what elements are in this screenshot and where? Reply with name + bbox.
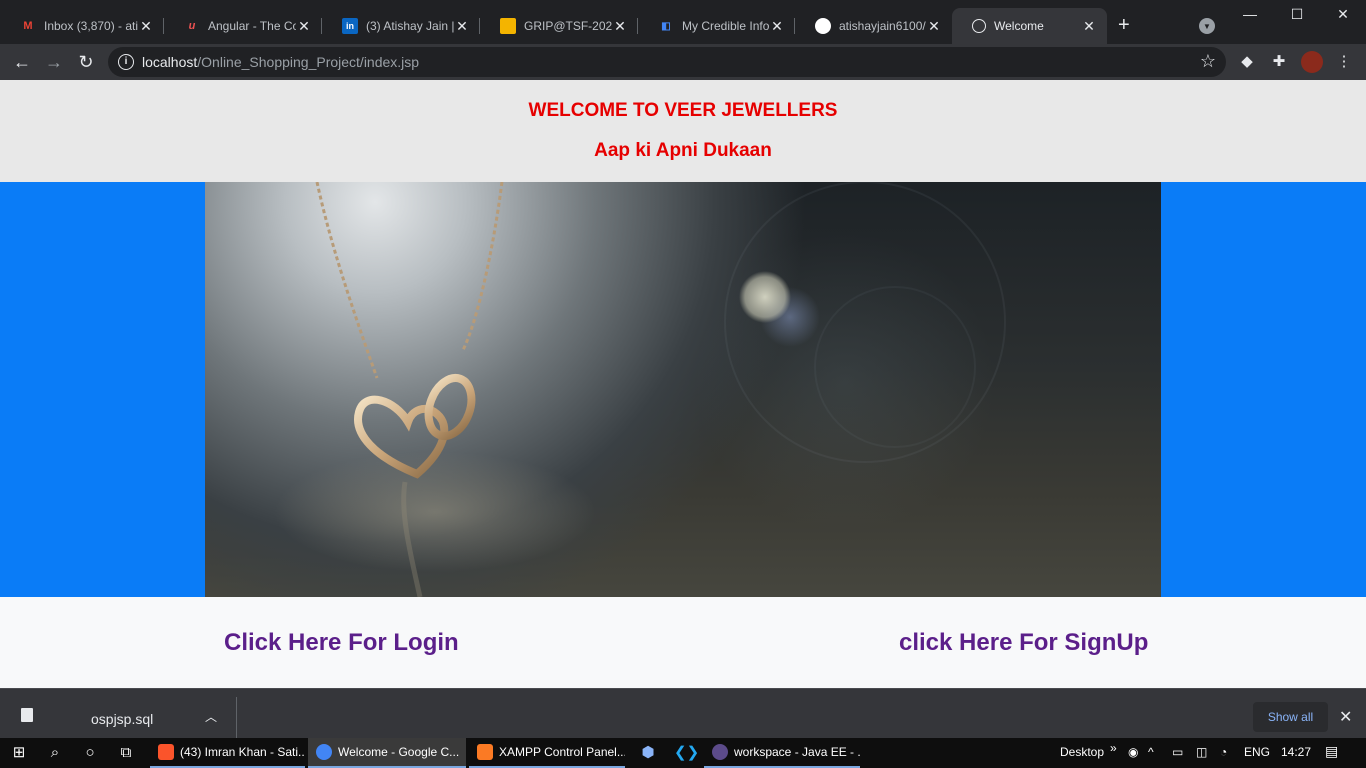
gmail-icon: M <box>23 20 33 32</box>
tray-app-icon[interactable]: ◉ <box>1128 745 1138 759</box>
desktop-toolbar-label[interactable]: Desktop <box>1060 745 1104 759</box>
extension-cube-icon[interactable]: ◆ <box>1237 52 1257 72</box>
browser-toolbar: ← → ↻ i localhost/Online_Shopping_Projec… <box>0 44 1366 80</box>
cortana-icon[interactable]: ○ <box>80 743 100 763</box>
device-icon[interactable]: ◫ <box>1196 745 1207 759</box>
necklace-illustration <box>275 182 1006 597</box>
forward-icon[interactable]: → <box>42 50 66 74</box>
chevron-up-icon[interactable]: ︿ <box>205 708 217 725</box>
file-icon <box>21 708 33 722</box>
tab-strip: M Inbox (3,870) - ati ✕ u Angular - The … <box>0 0 1366 44</box>
taskbar-app-eclipse[interactable]: workspace - Java EE - ... <box>704 738 860 768</box>
close-icon[interactable]: ✕ <box>296 18 312 35</box>
tab-github[interactable]: atishayjain6100/c ✕ <box>795 8 952 44</box>
taskbar-app-brave[interactable]: (43) Imran Khan - Sati... <box>150 738 305 768</box>
close-icon[interactable]: ✕ <box>454 18 470 35</box>
windows-taskbar: ⊞ ⌕ ○ ⧉ (43) Imran Khan - Sati... Welcom… <box>0 738 1366 768</box>
address-bar[interactable]: i localhost/Online_Shopping_Project/inde… <box>108 47 1226 77</box>
signup-link[interactable]: click Here For SignUp <box>899 629 1148 657</box>
bookmark-star-icon[interactable]: ☆ <box>1200 51 1216 72</box>
tab-linkedin[interactable]: in (3) Atishay Jain | L ✕ <box>322 8 480 44</box>
brave-icon <box>158 744 174 760</box>
vscode-icon[interactable]: ❮❯ <box>674 743 699 763</box>
battery-icon[interactable]: ▭ <box>1172 745 1183 759</box>
maximize-icon[interactable]: ☐ <box>1285 6 1309 23</box>
page-title: WELCOME TO VEER JEWELLERS <box>528 100 838 121</box>
tab-gmail[interactable]: M Inbox (3,870) - ati ✕ <box>0 8 164 44</box>
notifications-icon[interactable]: ▤ <box>1325 743 1338 760</box>
github-icon <box>815 18 831 34</box>
udemy-icon: u <box>188 20 196 32</box>
menu-kebab-icon[interactable]: ⋮ <box>1334 52 1354 72</box>
language-indicator[interactable]: ENG <box>1244 745 1270 759</box>
task-view-icon[interactable]: ⧉ <box>116 743 136 763</box>
site-info-icon[interactable]: i <box>118 54 134 70</box>
url-text[interactable]: localhost/Online_Shopping_Project/index.… <box>142 54 419 70</box>
show-all-button[interactable]: Show all <box>1253 702 1328 732</box>
doc-icon: ◧ <box>661 20 671 32</box>
tab-angular[interactable]: u Angular - The Co ✕ <box>164 8 322 44</box>
close-icon[interactable]: ✕ <box>138 18 154 35</box>
tab-search-icon[interactable]: ▼ <box>1199 18 1215 34</box>
slides-icon <box>500 18 516 34</box>
download-file-name[interactable]: ospjsp.sql <box>91 711 153 727</box>
reload-icon[interactable]: ↻ <box>74 50 98 74</box>
xampp-icon <box>477 744 493 760</box>
close-icon[interactable]: ✕ <box>1081 18 1097 35</box>
new-tab-button[interactable]: + <box>1118 14 1130 37</box>
minimize-icon[interactable]: — <box>1238 6 1262 22</box>
back-icon[interactable]: ← <box>10 50 34 74</box>
necklace-banner-image <box>205 182 1161 597</box>
taskbar-app-xampp[interactable]: XAMPP Control Panel... <box>469 738 625 768</box>
download-bar: ospjsp.sql ︿ Show all ✕ <box>0 688 1366 739</box>
show-hidden-icons-chevron[interactable]: ^ <box>1148 745 1154 759</box>
chrome-icon <box>316 744 332 760</box>
close-icon[interactable]: ✕ <box>926 18 942 35</box>
auth-links-bar: Click Here For Login click Here For Sign… <box>0 597 1366 688</box>
close-icon[interactable]: ✕ <box>612 18 628 35</box>
tab-credible-info[interactable]: ◧ My Credible Info ✕ <box>638 8 795 44</box>
page-subtitle: Aap ki Apni Dukaan <box>594 140 772 161</box>
chevron-double-right-icon[interactable]: » <box>1110 741 1117 755</box>
eclipse-icon <box>712 744 728 760</box>
profile-avatar[interactable] <box>1301 51 1323 73</box>
page-header: WELCOME TO VEER JEWELLERS Aap ki Apni Du… <box>0 80 1366 182</box>
web-page: WELCOME TO VEER JEWELLERS Aap ki Apni Du… <box>0 80 1366 688</box>
login-link[interactable]: Click Here For Login <box>224 629 459 657</box>
tab-welcome[interactable]: Welcome ✕ <box>952 8 1107 44</box>
taskbar-app-chrome[interactable]: Welcome - Google C... <box>308 738 466 768</box>
search-icon[interactable]: ⌕ <box>45 743 65 763</box>
windows-start-icon[interactable]: ⊞ <box>9 743 29 763</box>
extensions-puzzle-icon[interactable]: ✚ <box>1269 52 1289 72</box>
pinned-app-icon[interactable]: ⬢ <box>638 743 658 763</box>
close-icon[interactable]: ✕ <box>769 18 785 35</box>
window-close-icon[interactable]: ✕ <box>1331 6 1355 23</box>
tab-grip[interactable]: GRIP@TSF-2021 - ✕ <box>480 8 638 44</box>
close-download-bar-icon[interactable]: ✕ <box>1339 707 1352 727</box>
linkedin-icon: in <box>342 18 358 34</box>
wifi-icon[interactable]: ◔ <box>1220 745 1227 759</box>
clock[interactable]: 14:27 <box>1281 745 1311 759</box>
globe-icon <box>972 19 986 33</box>
